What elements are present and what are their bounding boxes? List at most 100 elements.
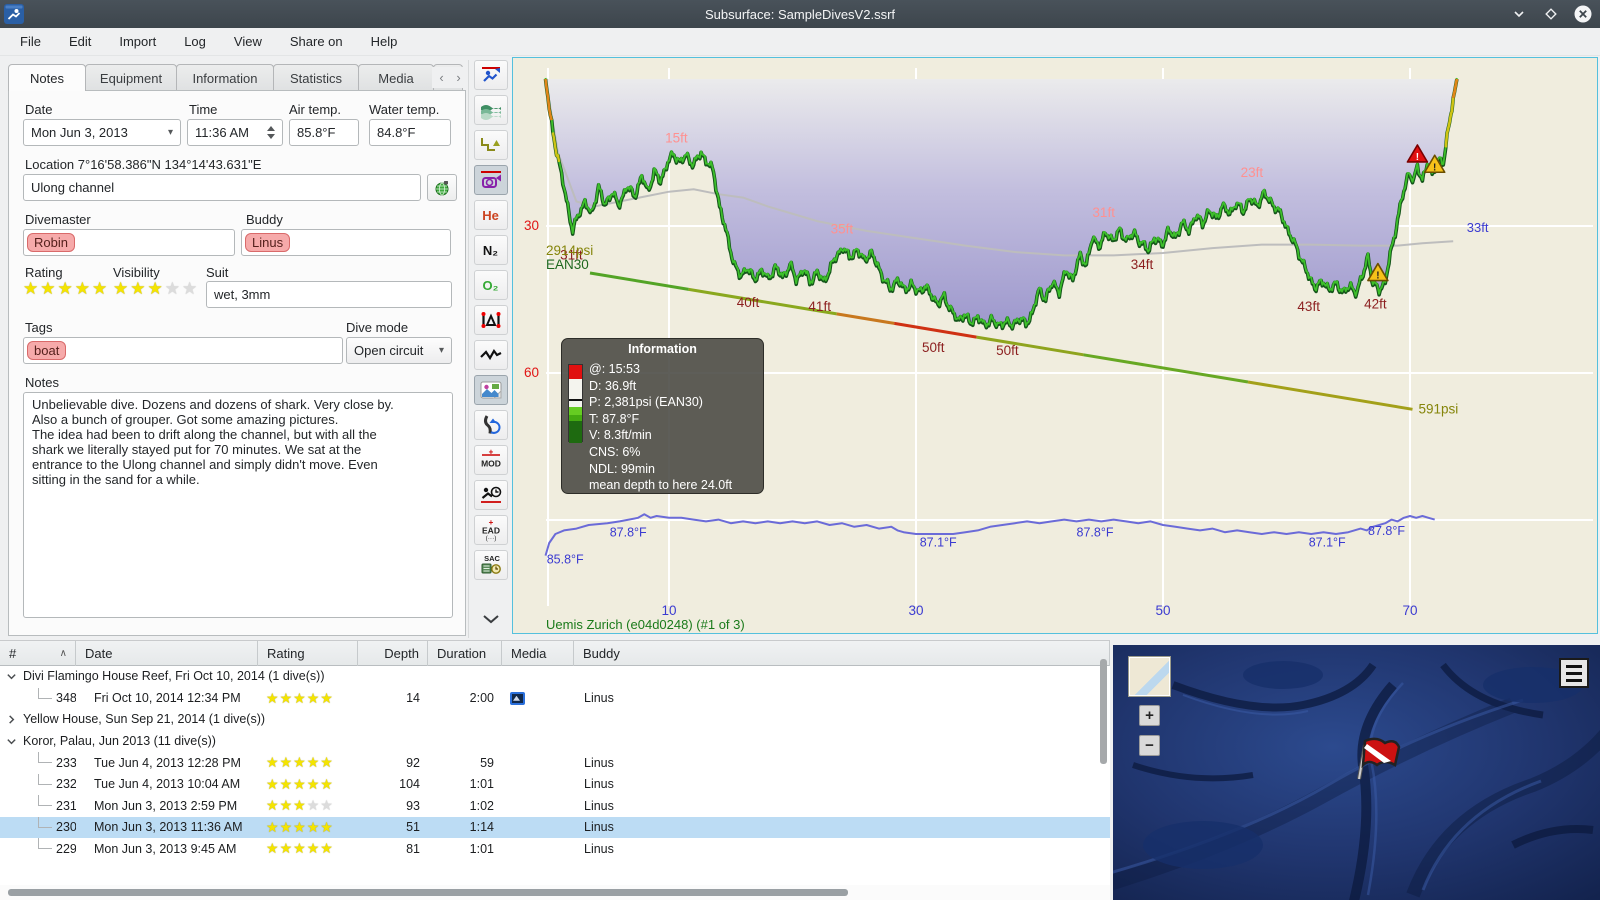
dive-profile-toolbar-button[interactable] [473,60,508,90]
dive-flag-marker[interactable] [1351,735,1403,783]
menu-item-file[interactable]: File [8,30,53,53]
menu-item-share-on[interactable]: Share on [278,30,355,53]
star-icon: ★ [164,279,182,298]
visibility-label: Visibility [113,265,160,280]
visibility-stars[interactable]: ★★★★★ [113,279,199,299]
watertemp-label: Water temp. [369,102,440,117]
divemode-combobox[interactable]: Open circuit ▾ [346,337,452,364]
buddy-field[interactable]: Linus [241,229,451,256]
map-overview-thumbnail[interactable] [1128,656,1171,697]
tab-equipment[interactable]: Equipment [85,64,177,91]
watertemp-field[interactable]: 84.8°F [369,119,451,146]
tab-information[interactable]: Information [176,64,274,91]
dive-buddy: Linus [584,841,614,856]
divemaster-tag[interactable]: Robin [27,233,75,252]
dive-buddy: Linus [584,755,614,770]
divemode-label: Dive mode [346,320,409,335]
collapse-trip-icon[interactable] [6,736,18,748]
dive-list-header: # ∧ Date Rating Depth Duration Media Buddy [0,641,1110,666]
map-zoom-out-button[interactable]: − [1139,735,1160,756]
dive-profile-chart[interactable]: 85.8°F 87.8°F 87.1°F 87.8°F 87.1°F 87.8°F 31ft… [512,57,1598,634]
dive-rating: ★★★★★ [266,754,334,771]
tooltip-line: mean depth to here 24.0ft [589,478,733,493]
mod-toolbar-button[interactable]: + MOD [473,445,508,475]
suit-field[interactable]: wet, 3mm [206,281,452,308]
dive-row[interactable]: 229 Mon Jun 3, 2013 9:45 AM ★★★★★ 81 1:01 Lin… [0,838,1110,860]
dive-list-vertical-scrollbar[interactable] [1100,659,1107,764]
column-header-duration[interactable]: Duration [428,641,502,666]
notes-textarea[interactable]: Unbelievable dive. Dozens and dozens of … [23,392,453,618]
show-photos-toolbar-button[interactable] [473,375,508,405]
collapse-toolbar-button[interactable] [474,603,508,633]
heart-rate-toolbar-button[interactable] [473,340,508,370]
helium-graph-toolbar-button[interactable]: He [473,200,508,230]
dc-ceiling-toolbar-button[interactable] [473,165,508,195]
location-field[interactable]: Ulong channel [23,174,421,201]
menu-item-edit[interactable]: Edit [57,30,103,53]
buddy-tag[interactable]: Linus [245,233,291,252]
column-header-date[interactable]: Date [76,641,258,666]
map-menu-button[interactable] [1559,658,1589,688]
airtemp-field[interactable]: 85.8°F [289,119,359,146]
time-spinbox[interactable]: 11:36 AM [187,119,283,146]
oxygen-graph-toolbar-button[interactable]: O₂ [473,270,508,300]
column-header-rating[interactable]: Rating [258,641,358,666]
dive-row[interactable]: 233 Tue Jun 4, 2013 12:28 PM ★★★★★ 92 59 Linu… [0,752,1110,774]
dc-reported-ceiling-toolbar-button[interactable] [473,480,508,510]
dive-row[interactable]: 231 Mon Jun 3, 2013 2:59 PM ★★★★★ 93 1:02 Lin… [0,795,1110,817]
sac-rate-toolbar-button[interactable]: SAC [473,550,508,580]
ead-toolbar-button[interactable]: + EAD (···) [473,515,508,545]
dive-row[interactable]: 230 Mon Jun 3, 2013 11:36 AM ★★★★★ 51 1:14 Li… [0,816,1110,838]
collapse-trip-icon[interactable] [6,671,18,683]
date-combobox[interactable]: Mon Jun 3, 2013 ▾ [23,119,181,146]
tab-scroll-left-icon[interactable]: ‹ [434,67,449,88]
dive-site-map[interactable]: + − [1113,645,1600,900]
column-header-depth[interactable]: Depth [358,641,428,666]
dive-row[interactable]: 348 Fri Oct 10, 2014 12:34 PM ★★★★★ 14 2:00 L… [0,687,1110,710]
profile-info-tooltip[interactable]: Information @: 15:53 D: 36.9ft P: 2,381psi… [561,338,764,494]
dive-list-horizontal-scrollbar[interactable] [0,885,1110,900]
tags-field[interactable]: boat [23,337,343,364]
dc-ceiling-icon [480,171,501,188]
svg-text:!: ! [1433,162,1436,173]
svg-text:MOD: MOD [481,459,501,469]
tab-notes[interactable]: Notes [8,64,86,91]
close-button[interactable] [1574,5,1592,23]
minimize-button[interactable] [1510,5,1528,23]
dive-date: Mon Jun 3, 2013 2:59 PM [94,798,238,813]
trip-row[interactable]: Yellow House, Sun Sep 21, 2014 (1 dive(s… [0,709,1110,731]
tooltip-line: T: 87.8°F [589,411,640,426]
expand-trip-icon[interactable] [6,714,18,726]
tags-tag[interactable]: boat [27,341,67,360]
location-map-button[interactable] [427,174,457,201]
calculated-ceiling-toolbar-button[interactable] [473,130,508,160]
column-header-buddy[interactable]: Buddy [574,641,1110,666]
nitrogen-graph-toolbar-button[interactable]: N₂ [473,235,508,265]
menu-item-view[interactable]: View [222,30,274,53]
tooltip-line: NDL: 99min [589,461,655,476]
trip-row[interactable]: Koror, Palau, Jun 2013 (11 dive(s)) [0,731,1110,753]
rating-stars[interactable]: ★★★★★ [23,279,109,299]
column-header-media[interactable]: Media [502,641,574,666]
tab-media[interactable]: Media [358,64,434,91]
map-zoom-in-button[interactable]: + [1139,705,1160,726]
spinner-arrows-icon[interactable] [267,126,275,139]
column-header-num[interactable]: # ∧ [0,641,76,666]
divemaster-field[interactable]: Robin [23,229,235,256]
menu-item-help[interactable]: Help [359,30,410,53]
menu-item-log[interactable]: Log [172,30,218,53]
tab-scroll-right-icon[interactable]: › [451,67,466,88]
tooltip-line: CNS: 6% [589,444,641,459]
gas-switch-toolbar-button[interactable] [473,410,508,440]
trip-label: Divi Flamingo House Reef, Fri Oct 10, 20… [23,669,325,683]
waves-toolbar-button[interactable] [473,95,508,125]
trip-row[interactable]: Divi Flamingo House Reef, Fri Oct 10, 20… [0,666,1110,688]
watertemp-value: 84.8°F [377,125,416,140]
maximize-button[interactable] [1542,5,1560,23]
menu-item-import[interactable]: Import [107,30,168,53]
deco-info-toolbar-button[interactable] [473,305,508,335]
tab-statistics[interactable]: Statistics [273,64,359,91]
dive-date: Tue Jun 4, 2013 10:04 AM [94,777,241,792]
dive-row[interactable]: 232 Tue Jun 4, 2013 10:04 AM ★★★★★ 104 1:01 L… [0,773,1110,796]
svg-text:15ft: 15ft [665,131,688,146]
